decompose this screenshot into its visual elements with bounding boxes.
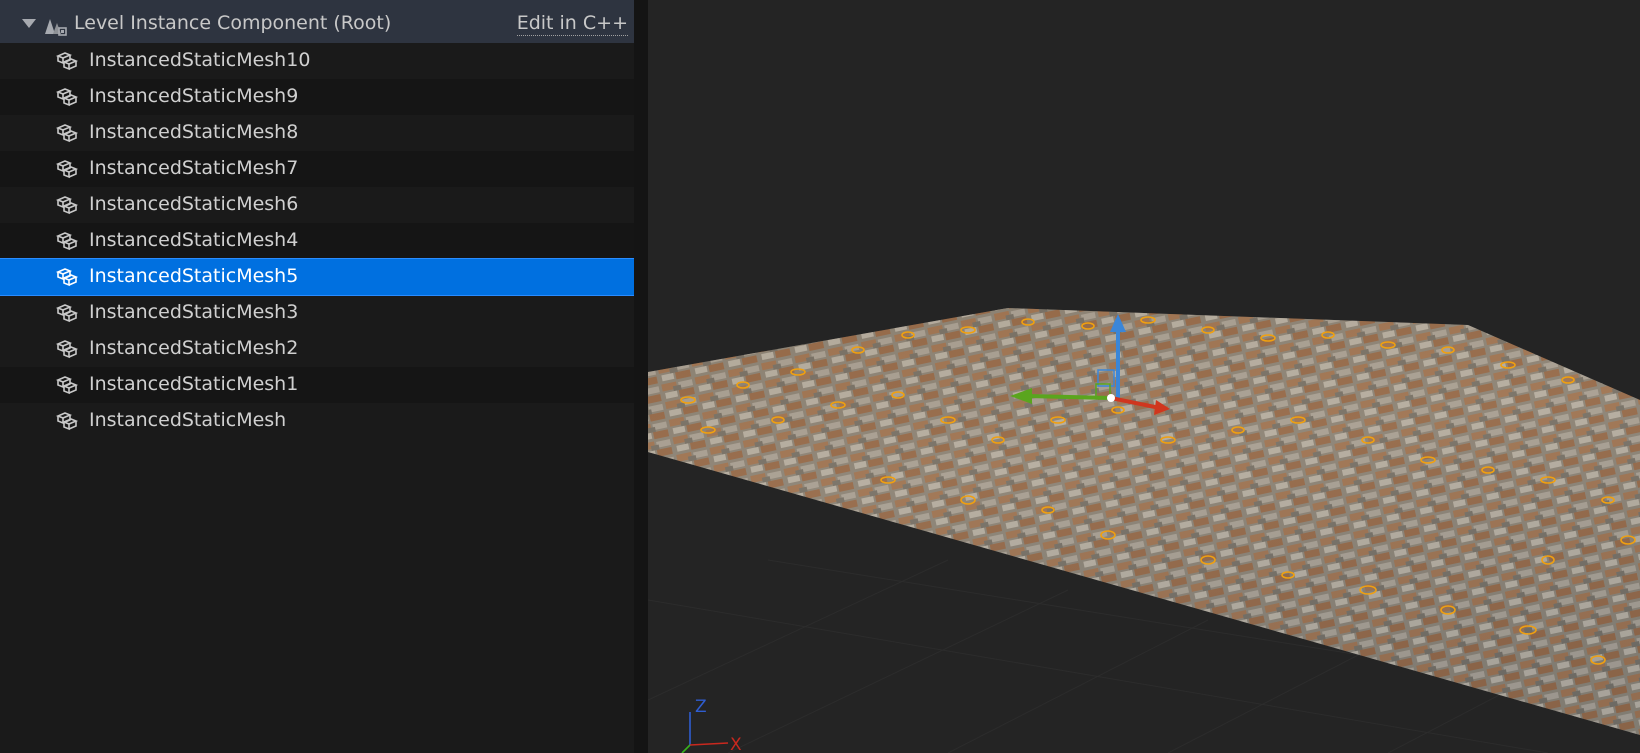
tree-row-label: InstancedStaticMesh — [89, 409, 287, 431]
tree-row-instancedstaticmesh7[interactable]: InstancedStaticMesh7 — [0, 151, 634, 187]
tree-row-label: InstancedStaticMesh6 — [89, 193, 299, 215]
edit-in-cpp-link[interactable]: Edit in C++ — [516, 12, 628, 36]
tree-row-instancedstaticmesh8[interactable]: InstancedStaticMesh8 — [0, 115, 634, 151]
level-instance-icon — [45, 19, 67, 36]
tree-row-label: InstancedStaticMesh4 — [89, 229, 299, 251]
tree-row-instancedstaticmesh5[interactable]: InstancedStaticMesh5 — [0, 258, 635, 296]
tree-row-instancedstaticmesh6[interactable]: InstancedStaticMesh6 — [0, 187, 634, 223]
instanced-static-mesh-icon — [55, 232, 79, 251]
tree-row-label: InstancedStaticMesh5 — [89, 265, 299, 287]
instanced-static-mesh-icon — [55, 268, 79, 287]
components-panel: Level Instance Component (Root) Edit in … — [0, 0, 635, 753]
component-tree: InstancedStaticMesh10 InstancedStaticMes… — [0, 43, 635, 439]
instanced-static-mesh-icon — [55, 160, 79, 179]
instanced-static-mesh-icon — [55, 52, 79, 71]
panel-splitter[interactable] — [634, 0, 648, 753]
tree-row-instancedstaticmesh4[interactable]: InstancedStaticMesh4 — [0, 223, 634, 259]
instanced-static-mesh-icon — [55, 340, 79, 359]
viewport-scene: Z X — [648, 308, 1640, 753]
tree-row-instancedstaticmesh2[interactable]: InstancedStaticMesh2 — [0, 331, 634, 367]
instanced-static-mesh-icon — [55, 304, 79, 323]
instanced-static-mesh-icon — [55, 196, 79, 215]
axis-indicator: Z X — [681, 697, 742, 753]
axis-x-label: X — [730, 735, 742, 753]
tree-row-instancedstaticmesh1[interactable]: InstancedStaticMesh1 — [0, 367, 634, 403]
instanced-static-mesh-icon — [55, 376, 79, 395]
tree-row-label: InstancedStaticMesh1 — [89, 373, 299, 395]
tree-row-instancedstaticmesh[interactable]: InstancedStaticMesh — [0, 403, 634, 439]
tree-row-label: InstancedStaticMesh9 — [89, 85, 299, 107]
tree-row-label: InstancedStaticMesh7 — [89, 157, 299, 179]
tree-row-label: InstancedStaticMesh2 — [89, 337, 299, 359]
editor-window: Level Instance Component (Root) Edit in … — [0, 0, 1640, 753]
instanced-static-mesh-icon — [55, 412, 79, 431]
instanced-static-mesh-icon — [55, 124, 79, 143]
root-component-row[interactable]: Level Instance Component (Root) Edit in … — [0, 3, 634, 43]
tree-row-instancedstaticmesh3[interactable]: InstancedStaticMesh3 — [0, 295, 634, 331]
root-component-label: Level Instance Component (Root) — [74, 12, 392, 34]
axis-z-label: Z — [695, 697, 707, 717]
level-viewport[interactable]: Z X — [648, 0, 1640, 753]
tree-row-label: InstancedStaticMesh3 — [89, 301, 299, 323]
tree-row-label: InstancedStaticMesh10 — [89, 49, 311, 71]
tree-row-instancedstaticmesh9[interactable]: InstancedStaticMesh9 — [0, 79, 634, 115]
tree-row-label: InstancedStaticMesh8 — [89, 121, 299, 143]
chevron-down-icon[interactable] — [22, 19, 36, 28]
tree-row-instancedstaticmesh10[interactable]: InstancedStaticMesh10 — [0, 43, 634, 79]
instanced-static-mesh-icon — [55, 88, 79, 107]
